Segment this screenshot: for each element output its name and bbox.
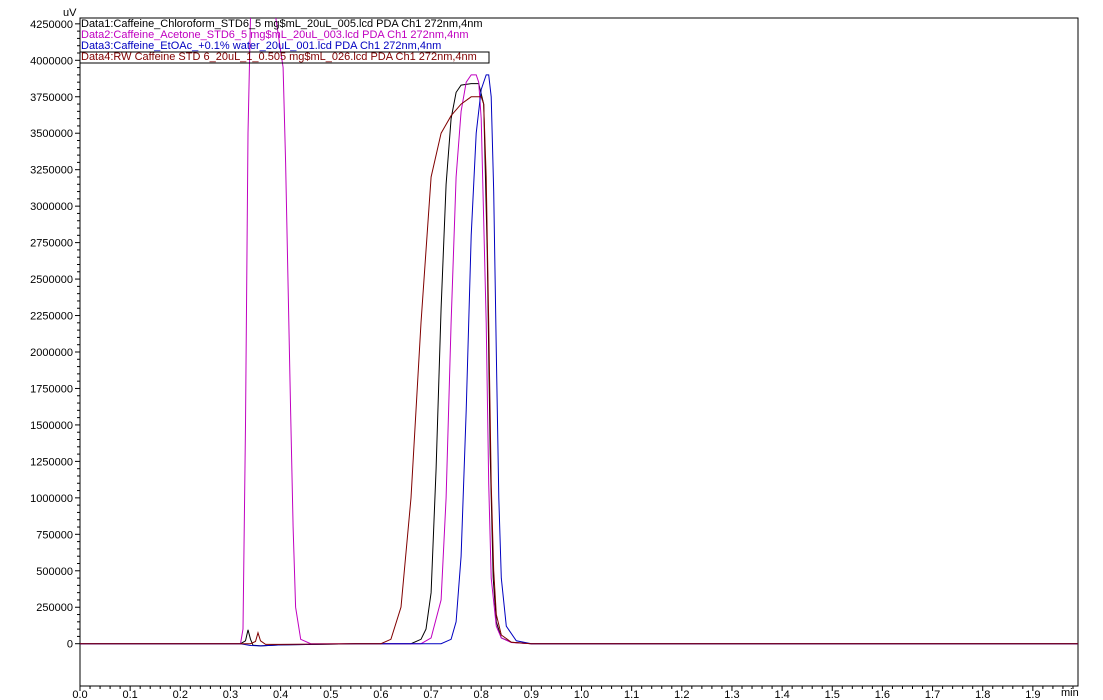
plot-frame xyxy=(79,17,1079,687)
x-tick-label: 0.3 xyxy=(223,689,238,700)
x-tick-label: 1.3 xyxy=(724,689,739,700)
y-tick-label: 2000000 xyxy=(30,347,73,359)
x-tick-label: 0.0 xyxy=(72,689,87,700)
series-line-data2 xyxy=(80,18,1078,645)
x-tick-label: 1.6 xyxy=(875,689,890,700)
y-tick-label: 4000000 xyxy=(30,55,73,67)
y-axis-label: uV xyxy=(63,7,77,19)
y-tick-label: 500000 xyxy=(36,566,73,578)
plot-border xyxy=(79,17,1079,687)
y-tick-label: 4250000 xyxy=(30,19,73,31)
y-tick-label: 1500000 xyxy=(30,420,73,432)
x-axis-label: min xyxy=(1061,687,1079,699)
series-layer xyxy=(80,18,1078,647)
series-line-data4 xyxy=(80,96,1078,645)
x-tick-label: 0.4 xyxy=(273,689,288,700)
x-tick-label: 1.9 xyxy=(1025,689,1040,700)
y-tick-label: 750000 xyxy=(36,529,73,541)
y-tick-label: 2750000 xyxy=(30,238,73,250)
series-line-data1 xyxy=(80,83,1078,647)
x-tick-label: 1.5 xyxy=(825,689,840,700)
legend-entry-data4: Data4:RW Caffeine STD 6_20uL_1_0.505 mg$… xyxy=(81,51,477,63)
x-tick-label: 0.8 xyxy=(474,689,489,700)
chromatogram-chart: 0 250000 500000 750000 1000000 1250000 1500000… xyxy=(30,7,1079,700)
y-tick-label: 3000000 xyxy=(30,201,73,213)
x-tick-label: 0.5 xyxy=(323,689,338,700)
y-tick-label: 3250000 xyxy=(30,165,73,177)
x-tick-label: 0.2 xyxy=(173,689,188,700)
x-tick-label: 0.6 xyxy=(373,689,388,700)
y-tick-label: 2500000 xyxy=(30,274,73,286)
y-axis: 0 250000 500000 750000 1000000 1250000 1500000… xyxy=(30,19,80,651)
x-tick-label: 1.8 xyxy=(975,689,990,700)
x-tick-label: 1.7 xyxy=(925,689,940,700)
x-tick-label: 0.7 xyxy=(423,689,438,700)
y-tick-label: 3750000 xyxy=(30,92,73,104)
x-axis: 0.0 0.1 0.2 0.3 0.4 0.5 0.6 0.7 0.8 0.9 1.0 1.1 1.2 1… xyxy=(72,686,1074,700)
y-tick-label: 1250000 xyxy=(30,456,73,468)
y-tick-label: 2250000 xyxy=(30,311,73,323)
x-tick-label: 0.1 xyxy=(123,689,138,700)
series-line-data3 xyxy=(80,74,1078,647)
x-tick-label: 1.0 xyxy=(574,689,589,700)
y-tick-label: 1750000 xyxy=(30,383,73,395)
y-tick-label: 1000000 xyxy=(30,493,73,505)
x-tick-label: 1.2 xyxy=(674,689,689,700)
x-tick-label: 1.4 xyxy=(774,689,789,700)
y-tick-label: 250000 xyxy=(36,602,73,614)
legend: Data1:Caffeine_Chloroform_STD6_5 mg$mL_2… xyxy=(79,18,490,64)
y-tick-label: 0 xyxy=(67,639,73,651)
x-tick-label: 1.1 xyxy=(624,689,639,700)
x-tick-label: 0.9 xyxy=(524,689,539,700)
y-tick-label: 3500000 xyxy=(30,128,73,140)
